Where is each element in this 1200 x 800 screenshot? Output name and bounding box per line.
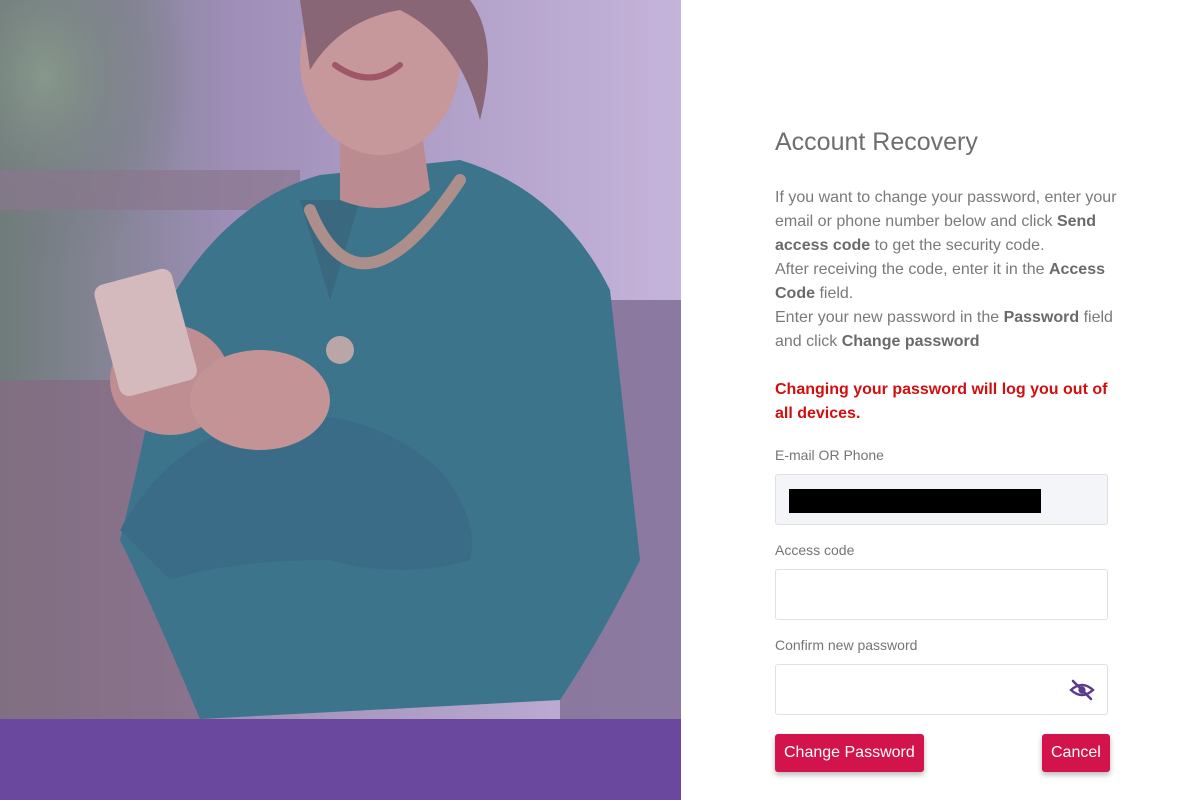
page-title: Account Recovery — [775, 128, 978, 156]
instructions-paragraph-1: If you want to change your password, ent… — [775, 189, 1117, 254]
hero-photo — [0, 0, 681, 719]
logout-warning: Changing your password will log you out … — [775, 381, 1108, 422]
confirm-password-input[interactable] — [776, 665, 1107, 714]
email-phone-label: E-mail OR Phone — [775, 447, 884, 463]
eye-slash-icon[interactable] — [1069, 679, 1095, 701]
redacted-value — [789, 489, 1041, 513]
instructions-paragraph-2: After receiving the code, enter it in th… — [775, 261, 1105, 302]
instructions-paragraph-3: Enter your new password in the Password … — [775, 309, 1113, 350]
access-code-input[interactable] — [776, 570, 1107, 619]
instructions-text: If you want to change your password, ent… — [775, 186, 1120, 354]
cancel-button[interactable]: Cancel — [1042, 734, 1110, 772]
hero-color-band — [0, 719, 681, 800]
access-code-label: Access code — [775, 542, 855, 558]
confirm-password-field-wrapper — [775, 664, 1108, 715]
change-password-button[interactable]: Change Password — [775, 734, 924, 772]
access-code-field-wrapper — [775, 569, 1108, 620]
confirm-password-label: Confirm new password — [775, 637, 918, 653]
email-phone-field[interactable] — [775, 474, 1108, 525]
hero-panel — [0, 0, 681, 800]
account-recovery-panel: Account Recovery If you want to change y… — [681, 0, 1200, 800]
